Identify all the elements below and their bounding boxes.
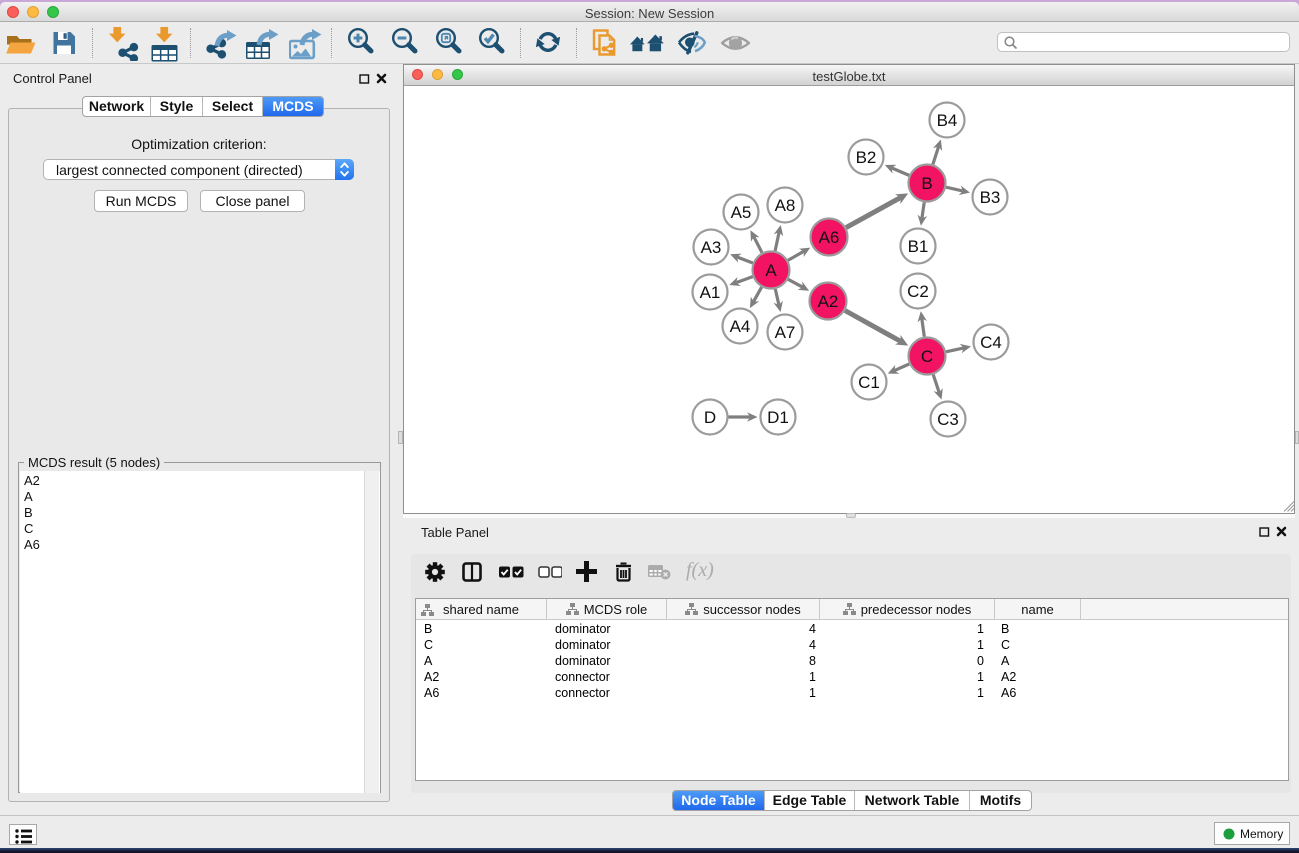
svg-text:A2: A2 [818, 292, 839, 311]
svg-text:A8: A8 [775, 196, 796, 215]
svg-text:A6: A6 [819, 228, 840, 247]
svg-text:A1: A1 [700, 283, 721, 302]
svg-text:B4: B4 [937, 111, 958, 130]
svg-text:C: C [921, 347, 933, 366]
svg-text:A4: A4 [730, 317, 751, 336]
svg-text:C2: C2 [907, 282, 929, 301]
svg-text:C4: C4 [980, 333, 1002, 352]
svg-text:B: B [921, 174, 932, 193]
svg-text:C1: C1 [858, 373, 880, 392]
svg-text:C3: C3 [937, 410, 959, 429]
svg-text:A5: A5 [731, 203, 752, 222]
svg-text:A: A [765, 261, 777, 280]
svg-text:B1: B1 [908, 237, 929, 256]
svg-text:A3: A3 [701, 238, 722, 257]
svg-text:D1: D1 [767, 408, 789, 427]
svg-text:B3: B3 [980, 188, 1001, 207]
svg-text:A7: A7 [775, 323, 796, 342]
svg-text:B2: B2 [856, 148, 877, 167]
svg-text:D: D [704, 408, 716, 427]
